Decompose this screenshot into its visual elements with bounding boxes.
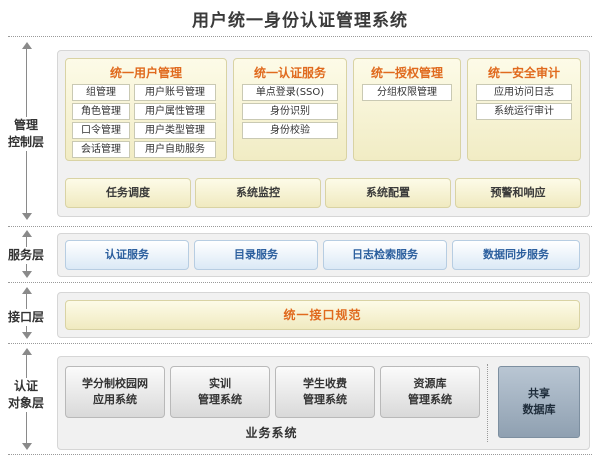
- layer-label-text: 接口层: [7, 310, 44, 324]
- card-title: 统一认证服务: [253, 66, 326, 80]
- shared-database-name: 共享: [528, 387, 550, 400]
- card-item: 口令管理: [72, 122, 130, 139]
- card-title: 统一授权管理: [370, 66, 443, 80]
- bar-system-config: 系统配置: [325, 178, 451, 208]
- system-box: 资源库 管理系统: [380, 366, 480, 418]
- service-data-sync: 数据同步服务: [452, 240, 580, 270]
- card-item: 用户类型管理: [134, 122, 216, 139]
- system-box: 实训 管理系统: [170, 366, 270, 418]
- bar-system-monitoring: 系统监控: [195, 178, 321, 208]
- card-item: 单点登录(SSO): [242, 84, 338, 101]
- system-name: 管理系统: [408, 393, 452, 406]
- system-name: 资源库: [413, 377, 447, 390]
- system-name: 实训: [209, 377, 231, 390]
- card-item: 用户属性管理: [134, 103, 216, 120]
- layer-label-text: 服务层: [7, 248, 44, 262]
- card-title: 统一安全审计: [487, 66, 560, 80]
- system-name: 应用系统: [93, 393, 137, 406]
- card-authorization: 统一授权管理 分组权限管理: [353, 58, 461, 161]
- card-item: 分组权限管理: [362, 84, 452, 101]
- divider: [8, 36, 592, 37]
- card-item: 身份校验: [242, 122, 338, 139]
- card-item: 角色管理: [72, 103, 130, 120]
- service-authentication: 认证服务: [65, 240, 189, 270]
- card-item: 用户账号管理: [134, 84, 216, 101]
- service-directory: 目录服务: [194, 240, 318, 270]
- service-log-search: 日志检索服务: [323, 240, 447, 270]
- system-box: 学生收费 管理系统: [275, 366, 375, 418]
- business-systems-label: 业务系统: [245, 426, 298, 440]
- layer-label-interface: 接口层: [4, 309, 48, 326]
- divider: [8, 454, 592, 455]
- shared-database-name: 数据库: [522, 403, 556, 416]
- interface-spec-bar: 统一接口规范: [65, 300, 580, 330]
- layer-label-object: 认证 对象层: [4, 378, 48, 412]
- shared-database-box: 共享 数据库: [498, 366, 580, 438]
- bar-task-scheduling: 任务调度: [65, 178, 191, 208]
- divider: [8, 343, 592, 344]
- layer-label-text: 认证 对象层: [7, 379, 44, 410]
- card-item: 身份识别: [242, 103, 338, 120]
- layer-label-management: 管理 控制层: [4, 117, 48, 151]
- system-name: 学分制校园网: [82, 377, 148, 390]
- card-item: 系统运行审计: [476, 103, 572, 120]
- system-name: 管理系统: [198, 393, 242, 406]
- card-item: 应用访问日志: [476, 84, 572, 101]
- card-title: 统一用户管理: [109, 66, 182, 80]
- card-item: 会话管理: [72, 141, 130, 158]
- diagram-title: 用户统一身份认证管理系统: [192, 11, 408, 31]
- card-user-management: 统一用户管理 组管理 用户账号管理 角色管理 用户属性管理 口令管理 用户类型管…: [65, 58, 227, 161]
- card-item: 组管理: [72, 84, 130, 101]
- divider: [8, 282, 592, 283]
- system-box: 学分制校园网 应用系统: [65, 366, 165, 418]
- layer-label-text: 管理 控制层: [7, 118, 44, 149]
- card-security-audit: 统一安全审计 应用访问日志 系统运行审计: [467, 58, 581, 161]
- card-authentication: 统一认证服务 单点登录(SSO) 身份识别 身份校验: [233, 58, 347, 161]
- bar-alert-response: 预警和响应: [455, 178, 581, 208]
- divider: [8, 226, 592, 227]
- layer-label-service: 服务层: [4, 247, 48, 264]
- system-name: 学生收费: [303, 377, 347, 390]
- card-item: 用户自助服务: [134, 141, 216, 158]
- divider: [487, 364, 488, 442]
- system-name: 管理系统: [303, 393, 347, 406]
